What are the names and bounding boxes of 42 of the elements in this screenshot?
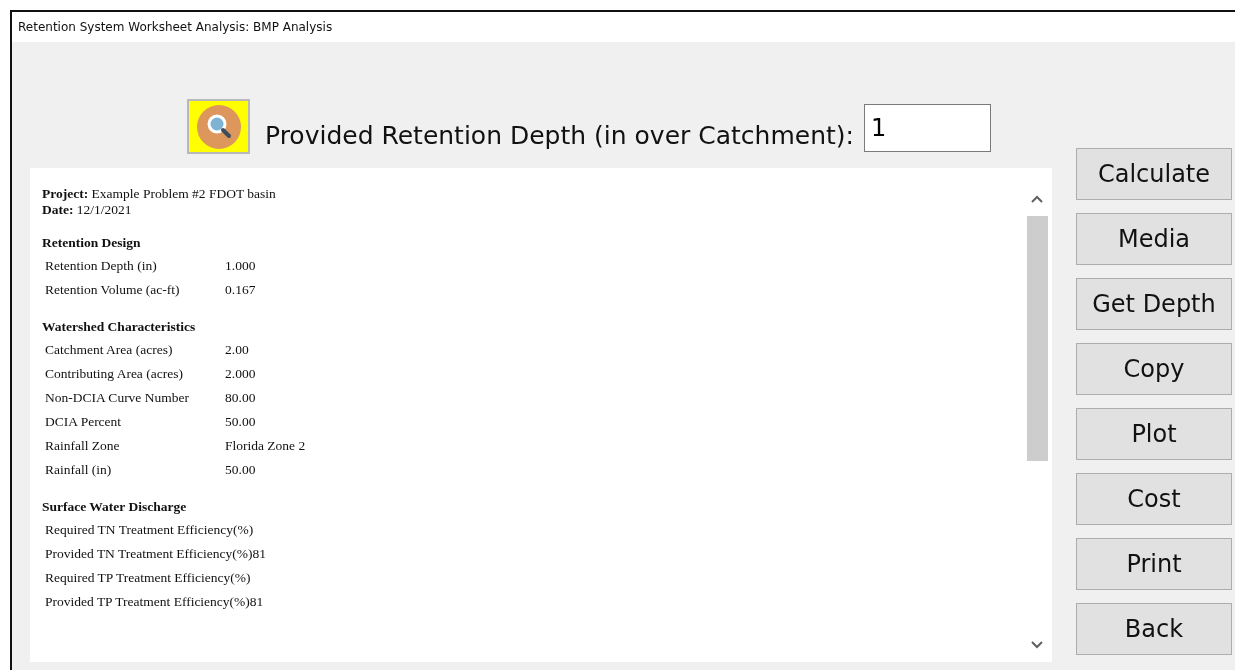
section-title: Retention Design xyxy=(42,234,142,252)
row-value: 80.00 xyxy=(225,389,256,407)
depth-label: Provided Retention Depth (in over Catchment): xyxy=(265,121,854,150)
scroll-thumb[interactable] xyxy=(1026,216,1048,461)
row-label: Catchment Area (acres) xyxy=(45,341,174,359)
depth-input[interactable]: 1 xyxy=(863,104,991,152)
row-label: Provided TP Treatment Efficiency(%) xyxy=(45,593,250,611)
row-value: 1.000 xyxy=(225,257,256,275)
section-title: Surface Water Discharge xyxy=(42,498,188,516)
section-title: Watershed Characteristics xyxy=(42,318,197,336)
scroll-up-icon[interactable] xyxy=(1030,194,1044,204)
action-button[interactable]: Back xyxy=(1076,603,1232,655)
row-label: Required TP Treatment Efficiency(%) xyxy=(45,569,251,587)
row-label: Rainfall Zone xyxy=(45,437,121,455)
window-title: Retention System Worksheet Analysis: BMP Analysis xyxy=(18,20,333,34)
row-label: Rainfall (in) xyxy=(45,461,113,479)
row-value: 81 xyxy=(252,545,267,563)
action-button[interactable]: Copy xyxy=(1076,343,1232,395)
row-label: Retention Depth (in) xyxy=(45,257,158,275)
scroll-down-icon[interactable] xyxy=(1030,640,1044,650)
report-header-line: Date: 12/1/2021 xyxy=(42,202,133,218)
report-header-line: Project: Example Problem #2 FDOT basin xyxy=(42,186,277,202)
row-value: 0.167 xyxy=(225,281,256,299)
row-value: 81 xyxy=(249,593,264,611)
action-button[interactable]: Print xyxy=(1076,538,1232,590)
action-button[interactable]: Get Depth xyxy=(1076,278,1232,330)
action-button[interactable]: Media xyxy=(1076,213,1232,265)
action-button[interactable]: Calculate xyxy=(1076,148,1232,200)
row-value: 50.00 xyxy=(225,413,256,431)
row-value: Florida Zone 2 xyxy=(225,437,306,455)
action-button[interactable]: Plot xyxy=(1076,408,1232,460)
row-value: 2.00 xyxy=(225,341,249,359)
action-button[interactable]: Cost xyxy=(1076,473,1232,525)
row-label: DCIA Percent xyxy=(45,413,123,431)
search-icon xyxy=(195,103,242,150)
row-label: Provided TN Treatment Efficiency(%) xyxy=(45,545,253,563)
row-label: Contributing Area (acres) xyxy=(45,365,184,383)
row-value: 50.00 xyxy=(225,461,256,479)
row-label: Non-DCIA Curve Number xyxy=(45,389,190,407)
row-value: 2.000 xyxy=(225,365,256,383)
row-label: Required TN Treatment Efficiency(%) xyxy=(45,521,254,539)
row-label: Retention Volume (ac-ft) xyxy=(45,281,181,299)
